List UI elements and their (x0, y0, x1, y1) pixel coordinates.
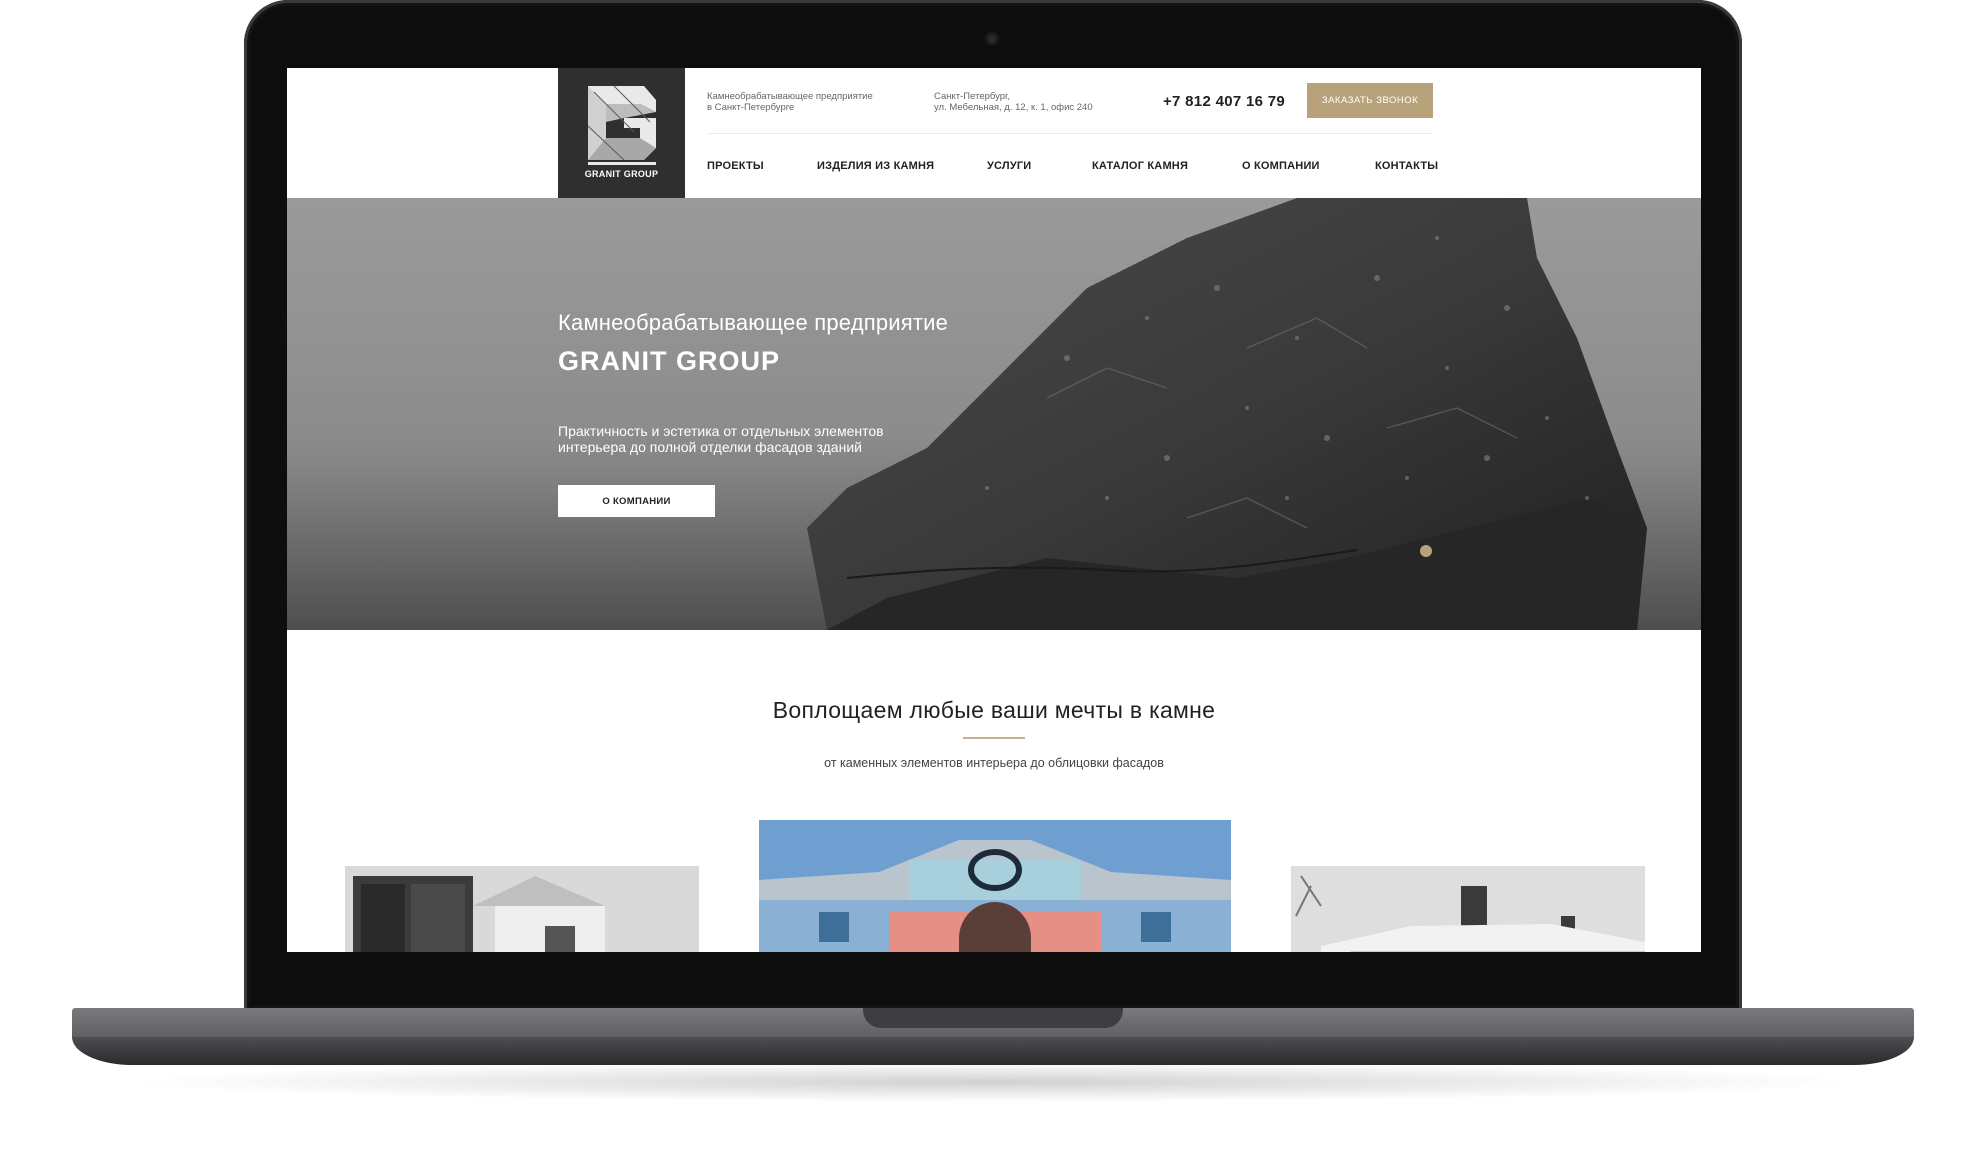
webcam (985, 32, 999, 46)
hero-title: GRANIT GROUP (558, 346, 781, 376)
address-line: ул. Мебельная, д. 12, к. 1, офис 240 (934, 102, 1093, 113)
header-tagline: Камнеобрабатывающее предприятие в Санкт-… (707, 91, 907, 113)
granite-rock-image (287, 198, 1701, 630)
nav-item-projects[interactable]: ПРОЕКТЫ (707, 160, 764, 172)
house-photo (345, 866, 699, 952)
laptop-base-bottom (72, 1037, 1914, 1065)
laptop-shadow (120, 1062, 1866, 1102)
hero-description-line: Практичность и эстетика от отдельных эле… (558, 423, 884, 439)
section-divider (963, 737, 1025, 739)
logo-text: GRANIT GROUP (584, 169, 659, 179)
header-divider (707, 133, 1433, 134)
project-card[interactable] (1291, 866, 1645, 952)
section-title: Воплощаем любые ваши мечты в камне (772, 697, 1216, 723)
logo[interactable]: GRANIT GROUP (558, 68, 685, 198)
website-screen: GRANIT GROUP Камнеобрабатывающее предпри… (287, 68, 1701, 952)
about-company-button[interactable]: О КОМПАНИИ (558, 485, 715, 517)
slider-dot[interactable] (1420, 545, 1432, 557)
granit-logo-icon (587, 85, 656, 165)
nav-item-stone-products[interactable]: ИЗДЕЛИЯ ИЗ КАМНЯ (817, 160, 934, 172)
section-subtitle: от каменных элементов интерьера до облиц… (824, 756, 1164, 770)
hero-banner: Камнеобрабатывающее предприятие GRANIT G… (287, 198, 1701, 630)
nav-item-services[interactable]: УСЛУГИ (987, 160, 1031, 172)
header-address: Санкт-Петербург, ул. Мебельная, д. 12, к… (934, 91, 1134, 113)
hero-description: Практичность и эстетика от отдельных эле… (558, 423, 978, 455)
mansion-photo (1291, 866, 1645, 952)
hero-subtitle: Камнеобрабатывающее предприятие (558, 310, 949, 335)
callback-button[interactable]: ЗАКАЗАТЬ ЗВОНОК (1307, 83, 1433, 118)
hero-description-line: интерьера до полной отделки фасадов здан… (558, 439, 862, 455)
tagline-line: в Санкт-Петербурге (707, 102, 795, 113)
tagline-line: Камнеобрабатывающее предприятие (707, 91, 873, 102)
building-facade-photo (759, 820, 1231, 952)
nav-item-about[interactable]: О КОМПАНИИ (1242, 160, 1320, 172)
project-card[interactable] (759, 820, 1231, 952)
mockup-stage: GRANIT GROUP Камнеобрабатывающее предпри… (0, 0, 1978, 1159)
site-header: GRANIT GROUP Камнеобрабатывающее предпри… (287, 68, 1701, 198)
phone-link[interactable]: +7 812 407 16 79 (1163, 93, 1285, 110)
project-card[interactable] (345, 866, 699, 952)
nav-item-contacts[interactable]: КОНТАКТЫ (1375, 160, 1438, 172)
laptop-notch (863, 1008, 1123, 1028)
nav-item-stone-catalog[interactable]: КАТАЛОГ КАМНЯ (1092, 160, 1188, 172)
address-line: Санкт-Петербург, (934, 91, 1010, 102)
